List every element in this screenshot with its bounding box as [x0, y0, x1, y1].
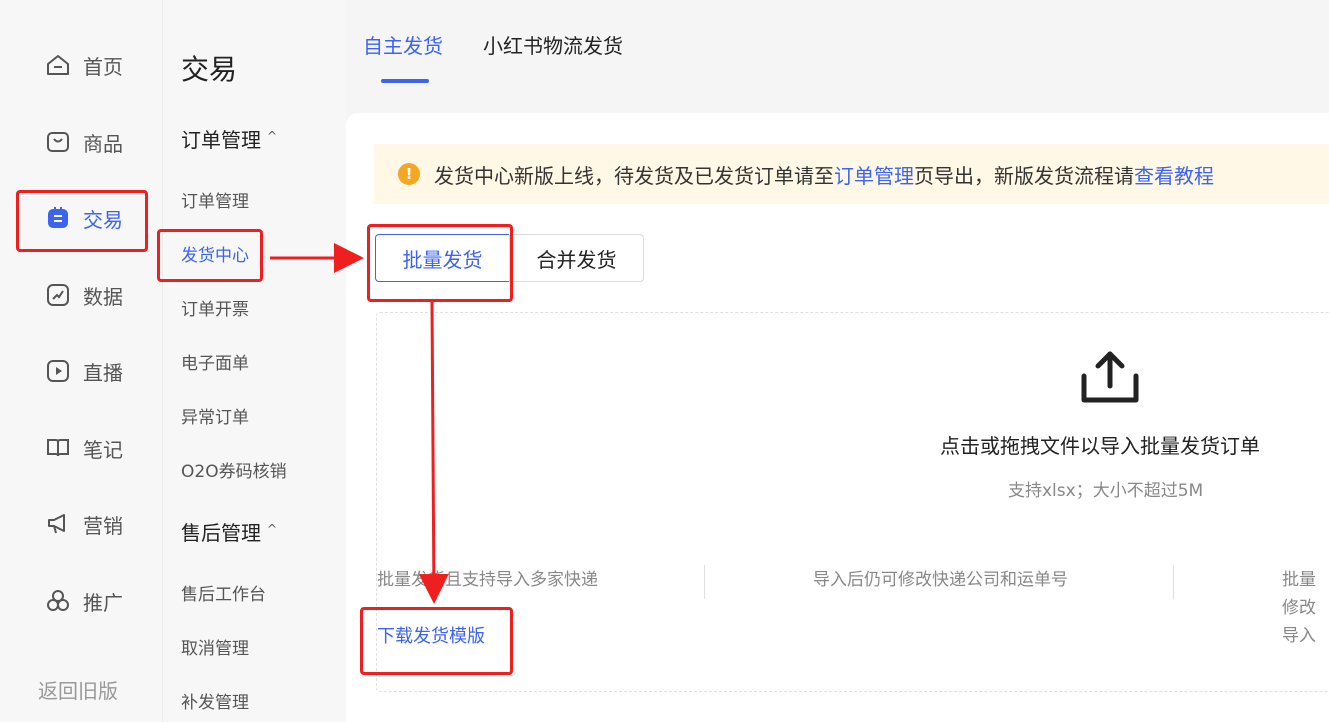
nav-item-live[interactable]: 直播	[45, 356, 123, 386]
sub-item-aftersale-workbench[interactable]: 售后工作台	[181, 580, 266, 605]
group-label: 售后管理	[181, 521, 261, 545]
nav-item-label: 商品	[83, 131, 123, 156]
dropzone-subtitle: 支持xlsx；大小不超过5M	[1008, 481, 1204, 501]
nav-item-label: 首页	[83, 54, 123, 79]
nav-item-products[interactable]: 商品	[45, 127, 123, 157]
nav-item-label: 笔记	[83, 437, 123, 462]
tip-divider	[704, 565, 705, 599]
group-label: 订单管理	[181, 128, 261, 152]
nav-item-label: 交易	[83, 207, 123, 232]
primary-sidebar: 首页 商品 交易 数据 直播 笔记 营销 推广 返回旧版	[0, 0, 163, 722]
secondary-sidebar: 交易 订单管理 ^ 订单管理 发货中心 订单开票 电子面单 异常订单 O2O券码…	[163, 0, 346, 722]
tip-editable-after-import: 导入后仍可修改快递公司和运单号	[813, 570, 1068, 590]
tab-self-shipping[interactable]: 自主发货	[363, 30, 443, 59]
sub-item-shipping-center[interactable]: 发货中心	[181, 241, 249, 266]
tip-divider	[1173, 565, 1174, 599]
back-to-old-version-link[interactable]: 返回旧版	[38, 675, 118, 704]
sub-item-abnormal-orders[interactable]: 异常订单	[181, 403, 249, 428]
book-icon	[45, 435, 71, 461]
bag-icon	[45, 129, 71, 155]
circles-icon	[45, 588, 71, 614]
warning-icon: !	[398, 163, 420, 185]
play-icon	[45, 358, 71, 384]
tip-multi-carrier: 批量发货且支持导入多家快递	[377, 570, 598, 590]
group-aftersale-management[interactable]: 售后管理 ^	[181, 517, 277, 546]
notice-text: 页导出，新版发货流程请	[914, 163, 1134, 188]
download-template-link[interactable]: 下载发货模版	[377, 622, 485, 648]
nav-item-promotion[interactable]: 推广	[45, 586, 123, 616]
sub-item-o2o-coupon[interactable]: O2O券码核销	[181, 457, 287, 482]
nav-item-marketing[interactable]: 营销	[45, 509, 123, 539]
caret-up-icon: ^	[267, 128, 278, 143]
sub-item-cancel-management[interactable]: 取消管理	[181, 634, 249, 659]
chart-icon	[45, 282, 71, 308]
upload-icon	[1079, 346, 1141, 408]
dropzone-title: 点击或拖拽文件以导入批量发货订单	[940, 434, 1260, 458]
nav-item-home[interactable]: 首页	[45, 50, 123, 80]
notice-banner: ! 发货中心新版上线，待发货及已发货订单请至 订单管理 页导出，新版发货流程请 查看教…	[374, 144, 1329, 204]
caret-up-icon: ^	[267, 521, 278, 536]
active-tab-indicator	[381, 79, 429, 83]
nav-item-label: 营销	[83, 513, 123, 538]
tab-xhs-logistics[interactable]: 小红书物流发货	[483, 30, 623, 59]
nav-item-label: 推广	[83, 590, 123, 615]
order-management-link[interactable]: 订单管理	[834, 160, 914, 189]
file-dropzone[interactable]	[376, 312, 1329, 692]
sub-item-order-management[interactable]: 订单管理	[181, 187, 249, 212]
nav-item-notes[interactable]: 笔记	[45, 433, 123, 463]
home-icon	[45, 52, 71, 78]
merge-shipping-tab[interactable]: 合并发货	[509, 234, 644, 282]
megaphone-icon	[45, 511, 71, 537]
section-title: 交易	[181, 53, 238, 86]
nav-item-trade[interactable]: 交易	[45, 203, 123, 233]
view-tutorial-link[interactable]: 查看教程	[1134, 160, 1214, 189]
nav-item-label: 直播	[83, 360, 123, 385]
group-order-management[interactable]: 订单管理 ^	[181, 124, 277, 153]
nav-item-label: 数据	[83, 284, 123, 309]
batch-shipping-tab[interactable]: 批量发货	[375, 234, 510, 282]
tip-batch-edit: 批量修改导入	[1282, 570, 1316, 646]
sub-item-e-waybill[interactable]: 电子面单	[181, 349, 249, 374]
trade-icon	[45, 205, 71, 231]
sub-item-order-invoice[interactable]: 订单开票	[181, 295, 249, 320]
nav-item-data[interactable]: 数据	[45, 280, 123, 310]
notice-text: 发货中心新版上线，待发货及已发货订单请至	[434, 163, 834, 188]
sub-item-reissue-management[interactable]: 补发管理	[181, 688, 249, 713]
